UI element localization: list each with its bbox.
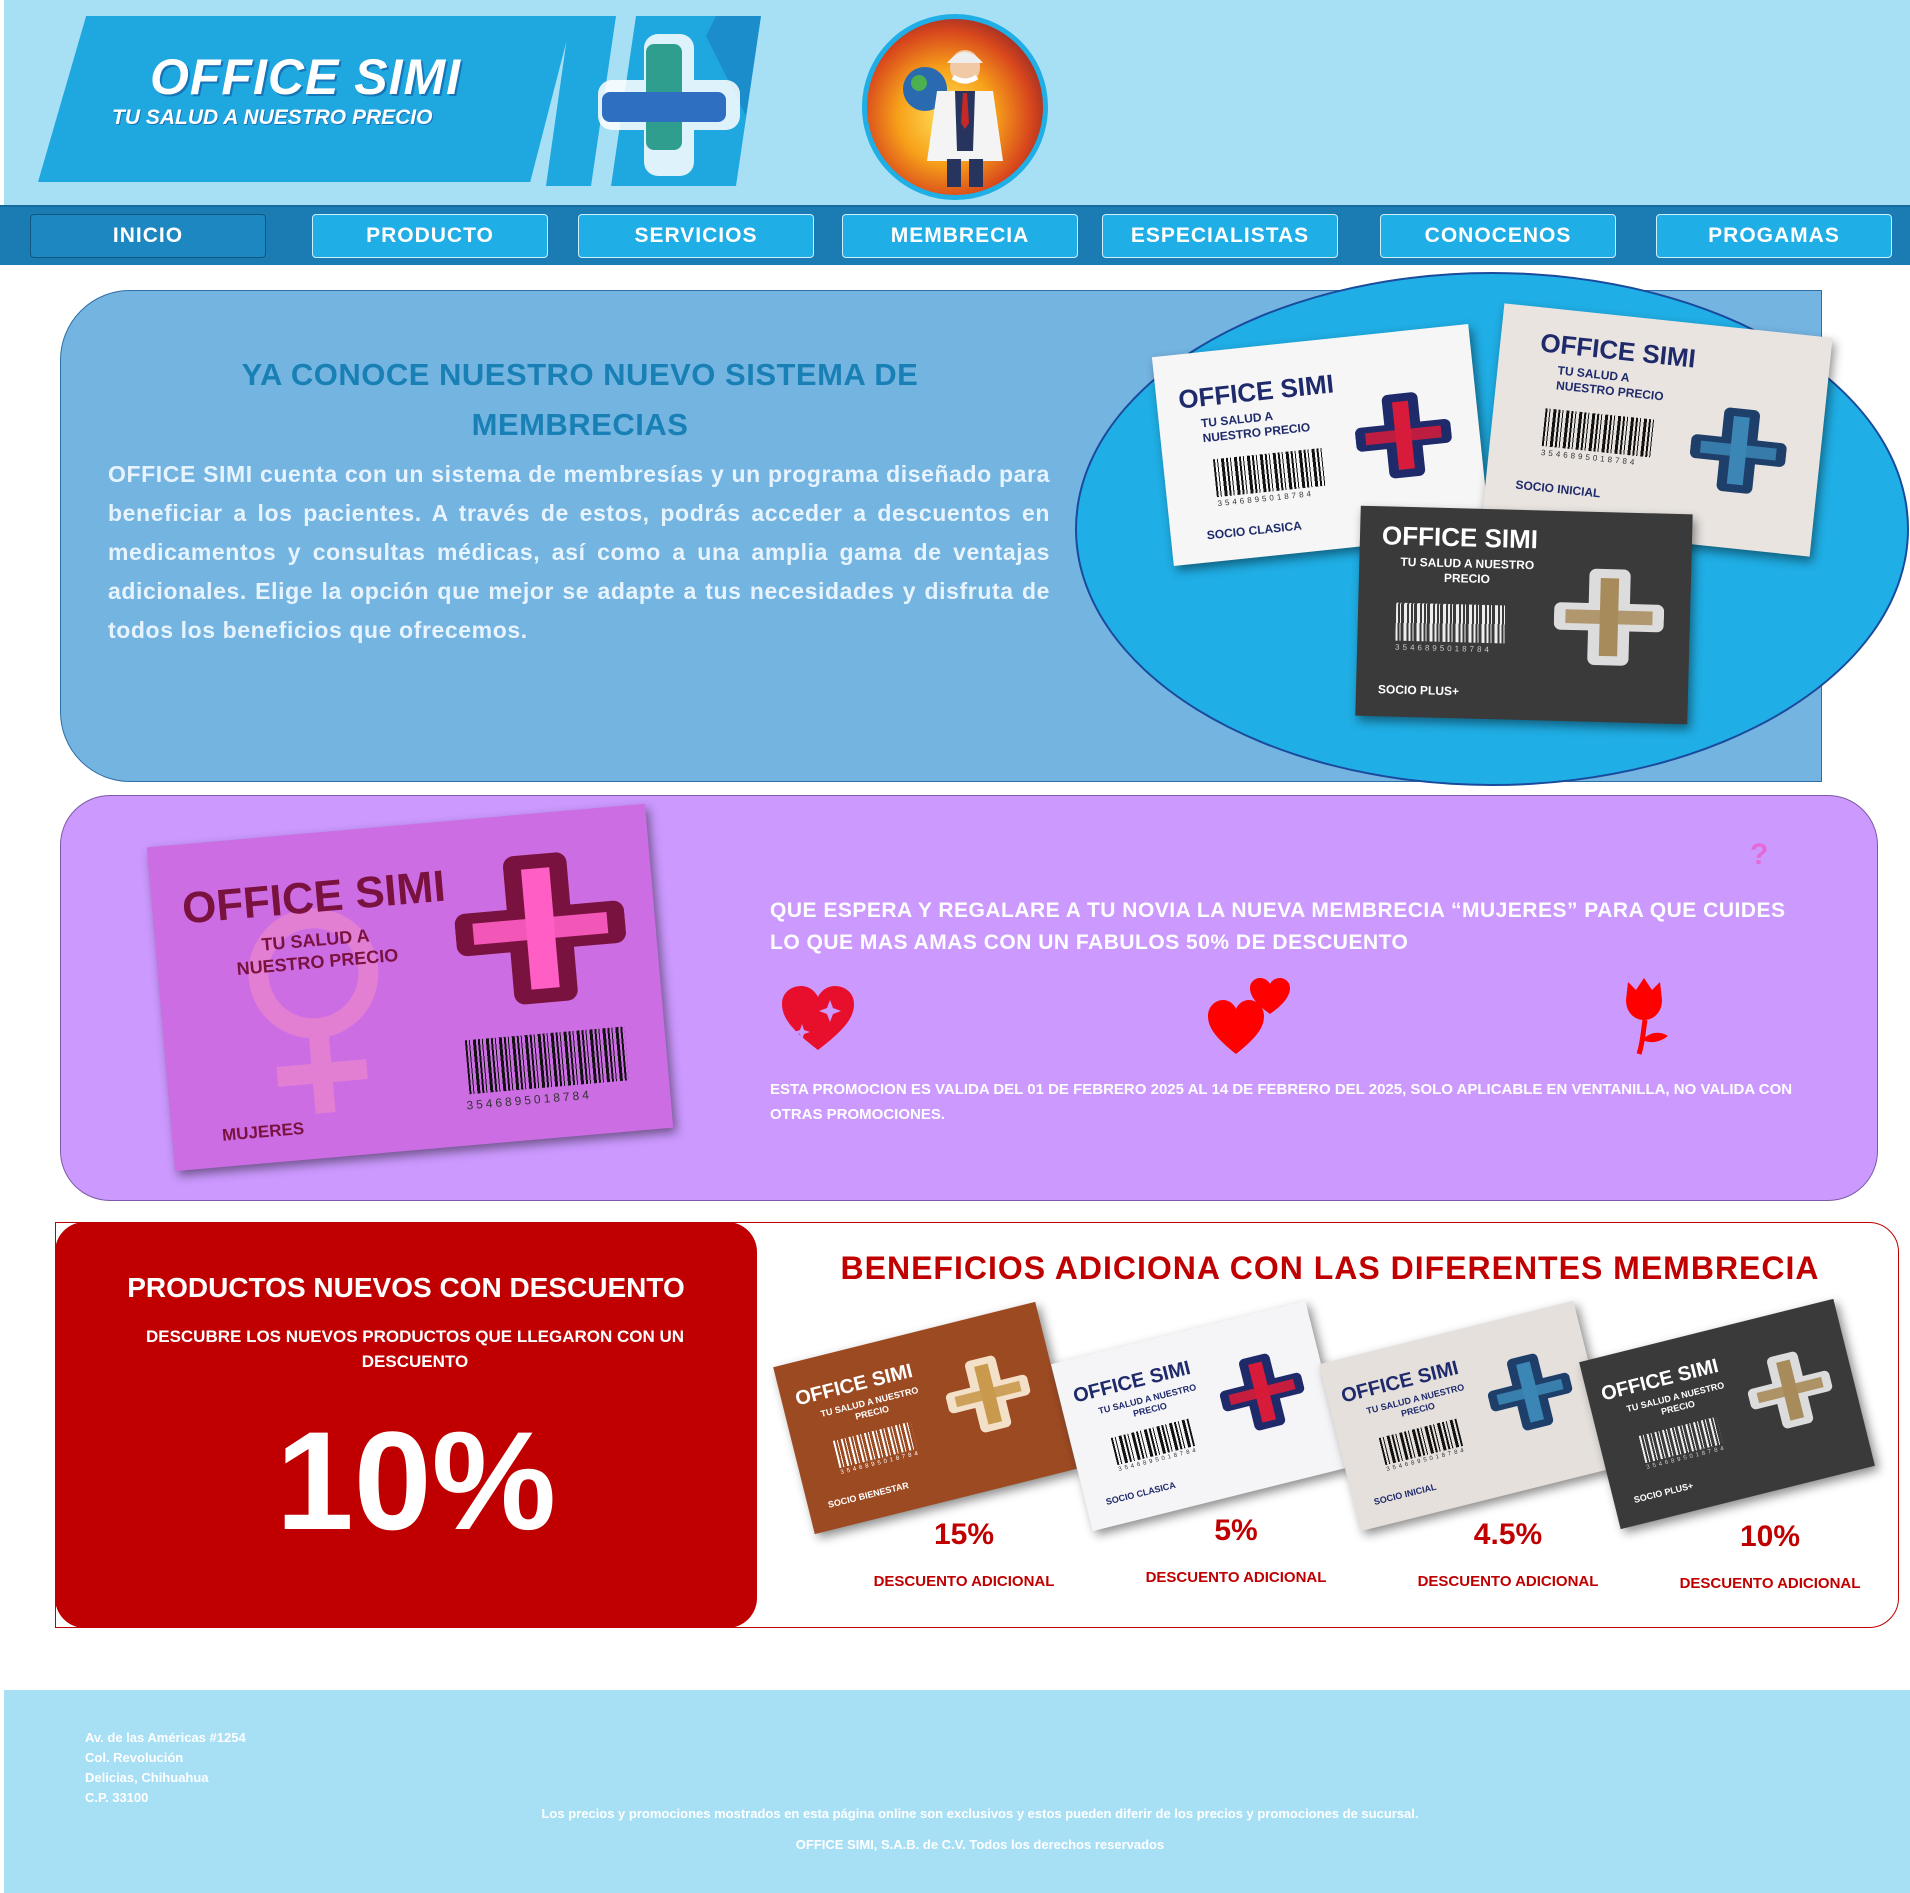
address-line: Av. de las Américas #1254 bbox=[85, 1730, 246, 1745]
membership-card-mujeres[interactable]: OFFICE SIMI TU SALUD A NUESTRO PRECIO 35… bbox=[146, 803, 674, 1172]
footer-address: Av. de las Américas #1254 Col. Revolució… bbox=[85, 1728, 246, 1808]
cross-icon bbox=[1553, 568, 1665, 666]
brand-title[interactable]: OFFICE SIMI bbox=[150, 48, 461, 106]
nav-progamas[interactable]: PROGAMAS bbox=[1656, 214, 1892, 258]
main-navbar: INICIO PRODUCTO SERVICIOS MEMBRECIA ESPE… bbox=[0, 205, 1910, 265]
nav-inicio[interactable]: INICIO bbox=[30, 214, 266, 258]
card-tagline: TU SALUD A NUESTRO PRECIO bbox=[1400, 554, 1535, 587]
benefit-label: DESCUENTO ADICIONAL bbox=[1417, 1573, 1599, 1590]
barcode bbox=[464, 1026, 629, 1095]
card-label: SOCIO INICIAL bbox=[1372, 1481, 1438, 1507]
mascot-doctor-image bbox=[862, 14, 1048, 200]
benefit-percent: 4.5% bbox=[1473, 1518, 1543, 1551]
footer-copyright: OFFICE SIMI, S.A.B. de C.V. Todos los de… bbox=[795, 1837, 1165, 1852]
address-line: Delicias, Chihuahua bbox=[85, 1770, 209, 1785]
barcode bbox=[1395, 602, 1507, 644]
card-label: SOCIO INICIAL bbox=[1514, 477, 1602, 501]
card-label: SOCIO BIENESTAR bbox=[826, 1480, 910, 1510]
benefit-label: DESCUENTO ADICIONAL bbox=[1145, 1569, 1327, 1586]
cross-icon bbox=[454, 852, 626, 1005]
benefit-label: DESCUENTO ADICIONAL bbox=[1679, 1575, 1861, 1592]
benefits-title: BENEFICIOS ADICIONA CON LAS DIFERENTES M… bbox=[840, 1250, 1820, 1286]
card-label: SOCIO PLUS+ bbox=[1632, 1480, 1695, 1505]
address-line: C.P. 33100 bbox=[85, 1790, 149, 1805]
cross-icon bbox=[945, 1355, 1031, 1433]
cross-icon bbox=[1747, 1351, 1833, 1429]
brand-tagline: TU SALUD A NUESTRO PRECIO bbox=[112, 106, 433, 129]
brand-cross-logo[interactable] bbox=[546, 16, 761, 186]
footer-disclaimer: Los precios y promociones mostrados en e… bbox=[541, 1806, 1419, 1821]
membership-card-plus[interactable]: OFFICE SIMI TU SALUD A NUESTRO PRECIO 35… bbox=[1355, 505, 1693, 725]
rose-icon bbox=[1626, 978, 1668, 1055]
new-products-title: PRODUCTOS NUEVOS CON DESCUENTO bbox=[127, 1272, 685, 1303]
card-label: MUJERES bbox=[221, 1118, 305, 1145]
nav-servicios[interactable]: SERVICIOS bbox=[578, 214, 814, 258]
nav-conocenos[interactable]: CONOCENOS bbox=[1380, 214, 1616, 258]
cross-icon bbox=[1219, 1353, 1305, 1431]
cross-icon bbox=[1355, 392, 1452, 479]
membership-intro-title: YA CONOCE NUESTRO NUEVO SISTEMA DE MEMBR… bbox=[241, 357, 919, 442]
membership-intro-body: OFFICE SIMI cuenta con un sistema de mem… bbox=[108, 461, 1050, 643]
card-label: SOCIO PLUS+ bbox=[1377, 682, 1460, 699]
benefit-percent: 15% bbox=[933, 1518, 995, 1551]
women-promo-note: ESTA PROMOCION ES VALIDA DEL 01 DE FEBRE… bbox=[770, 1081, 1793, 1123]
heart-sparkle-icon bbox=[782, 986, 854, 1050]
nav-producto[interactable]: PRODUCTO bbox=[312, 214, 548, 258]
cross-icon bbox=[1689, 407, 1787, 494]
question-mark-icon: ? bbox=[1750, 838, 1769, 871]
new-products-subtitle: DESCUBRE LOS NUEVOS PRODUCTOS QUE LLEGAR… bbox=[145, 1327, 685, 1371]
cross-icon bbox=[1487, 1353, 1573, 1431]
benefit-percent: 5% bbox=[1214, 1514, 1258, 1547]
two-hearts-icon bbox=[1208, 978, 1290, 1054]
nav-membrecia[interactable]: MEMBRECIA bbox=[842, 214, 1078, 258]
card-label: SOCIO CLASICA bbox=[1104, 1479, 1177, 1507]
card-brand: OFFICE SIMI bbox=[1381, 520, 1539, 555]
nav-especialistas[interactable]: ESPECIALISTAS bbox=[1102, 214, 1338, 258]
women-promo-headline: QUE ESPERA Y REGALARE A TU NOVIA LA NUEV… bbox=[770, 899, 1786, 954]
footer bbox=[4, 1690, 1910, 1893]
benefit-label: DESCUENTO ADICIONAL bbox=[873, 1573, 1055, 1590]
benefit-percent: 10% bbox=[1739, 1520, 1801, 1553]
address-line: Col. Revolución bbox=[85, 1750, 184, 1765]
card-label: SOCIO CLASICA bbox=[1206, 518, 1303, 543]
new-products-discount: 10% bbox=[275, 1402, 557, 1559]
card-number: 3546895018784 bbox=[1394, 642, 1493, 655]
